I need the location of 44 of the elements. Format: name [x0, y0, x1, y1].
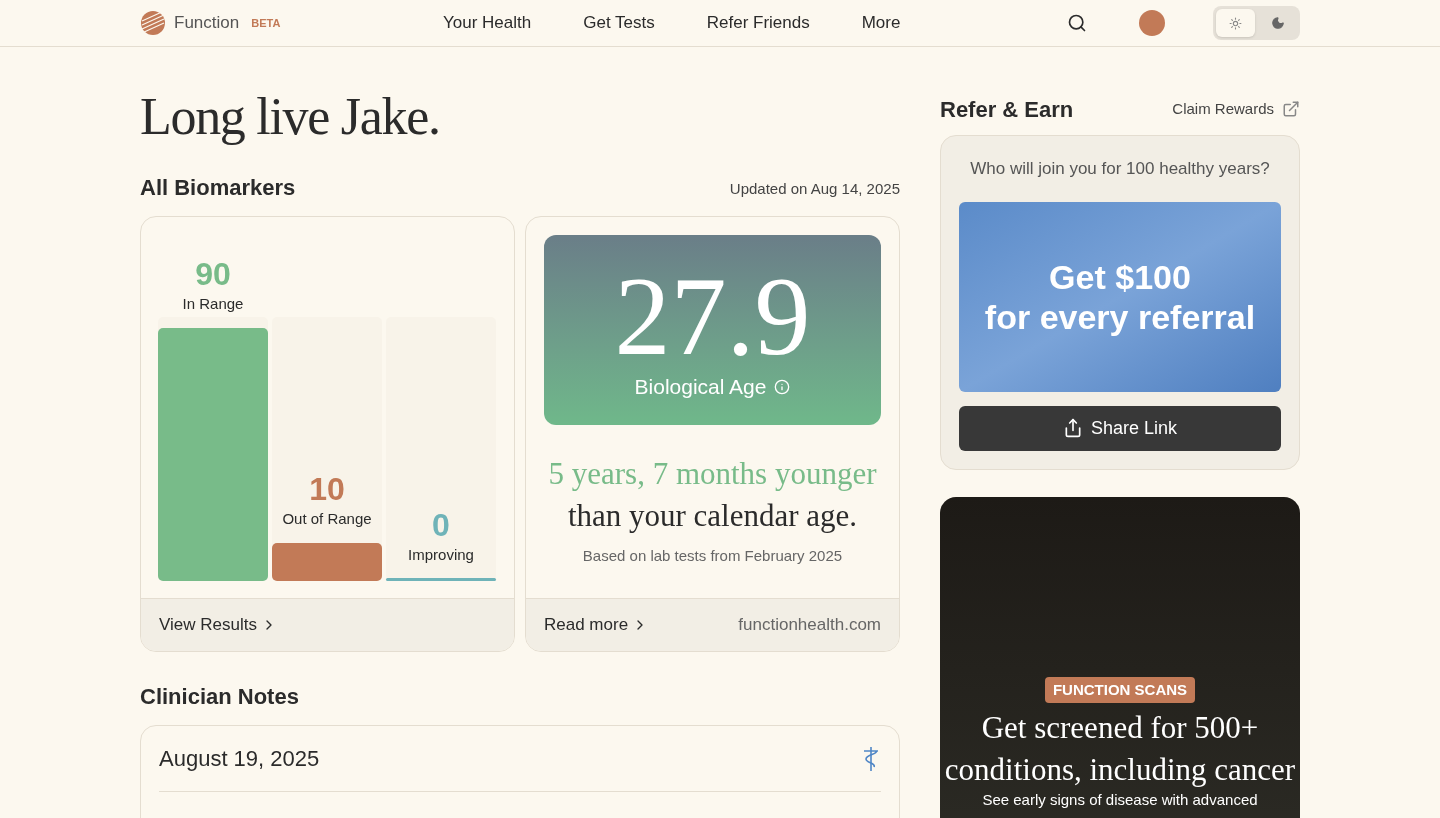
group-label: Improving	[408, 544, 474, 565]
brand-name: Function	[174, 12, 240, 35]
section-title: Refer & Earn	[940, 95, 1074, 124]
external-link-icon	[1282, 100, 1300, 118]
age-label: Biological Age	[634, 374, 767, 401]
greeting: Long live Jake.	[140, 87, 441, 147]
moon-icon	[1270, 16, 1285, 30]
referral-question: Who will join you for 100 healthy years?	[969, 158, 1271, 180]
sun-icon	[1229, 16, 1242, 30]
nav-link[interactable]: Your Health	[443, 10, 532, 36]
source-label: functionhealth.com	[738, 614, 881, 637]
info-icon[interactable]	[774, 379, 791, 395]
caduceus-icon	[861, 745, 881, 772]
promo-subtitle: See early signs of disease with advanced	[982, 791, 1258, 809]
nav-link[interactable]: Refer Friends	[706, 10, 810, 36]
updated-date: Updated on Aug 14, 2025	[729, 178, 900, 199]
banner-text: Get $100	[1049, 256, 1191, 297]
group-count: 10	[309, 470, 345, 509]
nav-link[interactable]: Get Tests	[583, 10, 655, 36]
promo-headline: Get screened for 500+	[981, 709, 1259, 747]
nav-link[interactable]: More	[861, 10, 901, 36]
section-title: All Biomarkers	[140, 174, 296, 202]
logo-icon[interactable]	[140, 10, 166, 36]
share-link-button[interactable]: Share Link	[959, 405, 1281, 451]
avatar[interactable]	[1139, 10, 1165, 36]
search-icon[interactable]	[1067, 13, 1087, 33]
group-count: 0	[432, 505, 450, 544]
age-comparison: than your calendar age.	[567, 497, 858, 535]
claim-rewards-link[interactable]: Claim Rewards	[1172, 97, 1300, 121]
promo-headline: conditions, including cancer	[944, 751, 1296, 789]
banner-text: for every referral	[984, 296, 1256, 337]
promo-tag: FUNCTION SCANS	[1044, 676, 1196, 703]
section-title: Clinician Notes	[140, 683, 300, 711]
group-label: Out of Range	[282, 509, 372, 530]
beta-label: BETA	[251, 15, 281, 31]
lab-note: Based on lab tests from February 2025	[582, 546, 843, 566]
age-value: 27.9	[614, 261, 811, 372]
group-label: In Range	[182, 294, 244, 315]
read-more-link[interactable]: Read more	[544, 612, 649, 638]
light-mode-button[interactable]	[1216, 9, 1255, 37]
view-results-link[interactable]: View Results	[159, 612, 277, 638]
note-date: August 19, 2025	[159, 745, 320, 773]
group-count: 90	[195, 255, 231, 294]
age-difference: 5 years, 7 months younger	[548, 455, 877, 493]
